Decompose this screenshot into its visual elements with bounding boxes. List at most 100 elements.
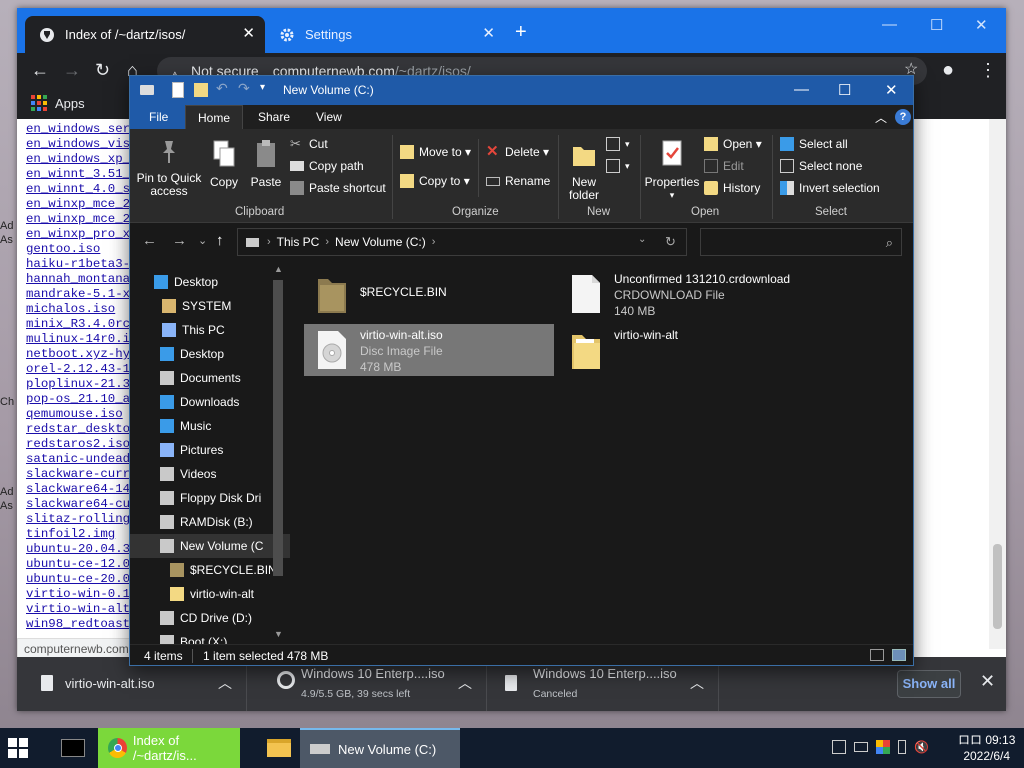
file-item-crdownload[interactable]: Unconfirmed 131210.crdownload CRDOWNLOAD… — [558, 268, 858, 320]
file-item-recycle-bin[interactable]: $RECYCLE.BIN — [304, 268, 554, 320]
chrome-minimize-button[interactable]: — — [882, 16, 897, 33]
tab-close-icon[interactable]: ✕ — [482, 26, 495, 42]
invert-selection-button[interactable]: Invert selection — [780, 181, 880, 195]
volume-muted-icon[interactable]: 🔇 — [914, 740, 929, 754]
nav-pane-scrollbar-thumb[interactable] — [273, 280, 283, 576]
address-breadcrumb[interactable]: › This PC › New Volume (C:) › — [237, 228, 687, 256]
properties-button[interactable]: Properties ▾ — [644, 139, 700, 202]
file-item-virtio-folder[interactable]: virtio-win-alt — [558, 324, 808, 376]
details-view-icon[interactable] — [870, 649, 884, 661]
tab-index-of-isos[interactable]: Index of /~dartz/isos/ ✕ — [25, 16, 265, 53]
copy-button[interactable]: Copy — [206, 139, 242, 189]
ime-color-icon[interactable] — [876, 740, 890, 754]
copy-to-button[interactable]: Copy to ▾ — [400, 174, 470, 188]
customize-qa-icon[interactable]: ▾ — [260, 82, 274, 96]
taskbar-file-explorer[interactable] — [262, 728, 296, 768]
explorer-minimize-button[interactable]: — — [794, 81, 809, 98]
reload-button[interactable]: ↻ — [95, 61, 110, 79]
windows-start-icon[interactable] — [8, 738, 28, 758]
search-input[interactable]: ⌕ — [700, 228, 902, 256]
tab-settings[interactable]: Settings ✕ — [269, 16, 505, 53]
apps-button[interactable]: Apps — [31, 95, 85, 111]
tab-close-icon[interactable]: ✕ — [242, 26, 255, 42]
chrome-menu-icon[interactable]: ⋮ — [979, 61, 997, 79]
tab-share[interactable]: Share — [246, 105, 302, 129]
taskbar-clock[interactable]: ロロ 09:13 2022/6/4 — [958, 732, 1015, 764]
chrome-maximize-button[interactable]: ☐ — [930, 16, 943, 34]
nav-item[interactable]: virtio-win-alt — [130, 582, 290, 606]
show-all-button[interactable]: Show all — [897, 670, 961, 698]
copy-path-button[interactable]: Copy path — [290, 159, 364, 173]
breadcrumb-this-pc[interactable]: This PC — [277, 235, 320, 249]
nav-item[interactable]: Floppy Disk Dri — [130, 486, 290, 510]
refresh-icon[interactable]: ↻ — [665, 234, 676, 250]
paste-button[interactable]: Paste — [248, 139, 284, 189]
breadcrumb-new-volume[interactable]: New Volume (C:) — [335, 235, 426, 249]
nav-item[interactable]: $RECYCLE.BIN — [130, 558, 290, 582]
nav-item[interactable]: Desktop — [130, 270, 290, 294]
chevron-up-icon[interactable]: ︿ — [458, 673, 472, 693]
nav-item[interactable]: RAMDisk (B:) — [130, 510, 290, 534]
close-download-shelf-icon[interactable]: ✕ — [980, 671, 995, 692]
new-folder-qa-icon[interactable] — [194, 83, 208, 97]
history-button[interactable]: History — [704, 181, 760, 195]
nav-item[interactable]: Documents — [130, 366, 290, 390]
nav-item[interactable]: Videos — [130, 462, 290, 486]
large-icons-view-icon[interactable] — [892, 649, 906, 661]
nav-item[interactable]: SYSTEM — [130, 294, 290, 318]
scroll-down-icon[interactable]: ▼ — [274, 629, 283, 639]
address-dropdown-icon[interactable]: ⌄ — [638, 234, 646, 245]
nav-item[interactable]: Boot (X:) — [130, 630, 290, 644]
chrome-close-button[interactable]: ✕ — [975, 16, 988, 34]
open-button[interactable]: Open ▾ — [704, 137, 762, 151]
recent-locations-icon[interactable]: ⌄ — [198, 234, 207, 247]
taskbar-terminal[interactable] — [56, 728, 90, 768]
delete-button[interactable]: ✕ Delete ▾ — [486, 144, 549, 159]
collapse-ribbon-icon[interactable]: ︿ — [875, 109, 887, 126]
network-icon[interactable] — [832, 740, 846, 754]
undo-icon[interactable]: ↶ — [216, 80, 230, 96]
new-item-button[interactable]: ▾ — [606, 137, 630, 151]
profile-avatar-icon[interactable]: ● — [942, 60, 954, 80]
pin-to-quick-access-button[interactable]: Pin to Quick access — [136, 139, 202, 198]
nav-item[interactable]: CD Drive (D:) — [130, 606, 290, 630]
redo-icon[interactable]: ↷ — [238, 80, 252, 96]
explorer-maximize-button[interactable]: ☐ — [838, 81, 851, 99]
chevron-up-icon[interactable]: ︿ — [690, 673, 704, 693]
tab-view[interactable]: View — [304, 105, 354, 129]
keyboard-icon[interactable] — [854, 742, 868, 752]
forward-arrow-icon[interactable]: → — [172, 232, 187, 249]
back-button[interactable]: ← — [31, 61, 49, 79]
tab-home[interactable]: Home — [185, 105, 244, 129]
new-folder-button[interactable]: New folder — [564, 139, 604, 202]
nav-item[interactable]: Music — [130, 414, 290, 438]
up-arrow-icon[interactable]: ↑ — [216, 232, 224, 249]
select-all-button[interactable]: Select all — [780, 137, 848, 151]
taskbar-new-volume[interactable]: New Volume (C:) — [300, 728, 460, 768]
new-tab-button[interactable]: + — [515, 22, 527, 42]
page-scrollbar[interactable] — [989, 119, 1006, 649]
nav-item[interactable]: Downloads — [130, 390, 290, 414]
nav-item[interactable]: This PC — [130, 318, 290, 342]
nav-item[interactable]: Desktop — [130, 342, 290, 366]
select-none-button[interactable]: Select none — [780, 159, 862, 173]
file-item-virtio-iso[interactable]: virtio-win-alt.iso Disc Image File 478 M… — [304, 324, 554, 376]
easy-access-button[interactable]: ▾ — [606, 159, 630, 173]
rename-button[interactable]: Rename — [486, 174, 550, 188]
nav-item[interactable]: Pictures — [130, 438, 290, 462]
forward-button[interactable]: → — [63, 61, 81, 79]
edit-button[interactable]: Edit — [704, 159, 744, 173]
usb-icon[interactable] — [898, 740, 906, 754]
paste-shortcut-button[interactable]: Paste shortcut — [290, 181, 386, 195]
chevron-up-icon[interactable]: ︿ — [218, 673, 232, 693]
taskbar-chrome[interactable]: Index of /~dartz/is... — [98, 728, 240, 768]
tab-file[interactable]: File — [130, 105, 188, 129]
help-icon[interactable]: ? — [895, 109, 911, 125]
back-arrow-icon[interactable]: ← — [142, 232, 157, 249]
page-scroll-thumb[interactable] — [993, 544, 1002, 629]
nav-item[interactable]: New Volume (C — [130, 534, 290, 558]
explorer-close-button[interactable]: ✕ — [885, 81, 898, 99]
move-to-button[interactable]: Move to ▾ — [400, 145, 471, 159]
cut-button[interactable]: ✂ Cut — [290, 137, 328, 152]
properties-qa-icon[interactable] — [172, 82, 184, 98]
